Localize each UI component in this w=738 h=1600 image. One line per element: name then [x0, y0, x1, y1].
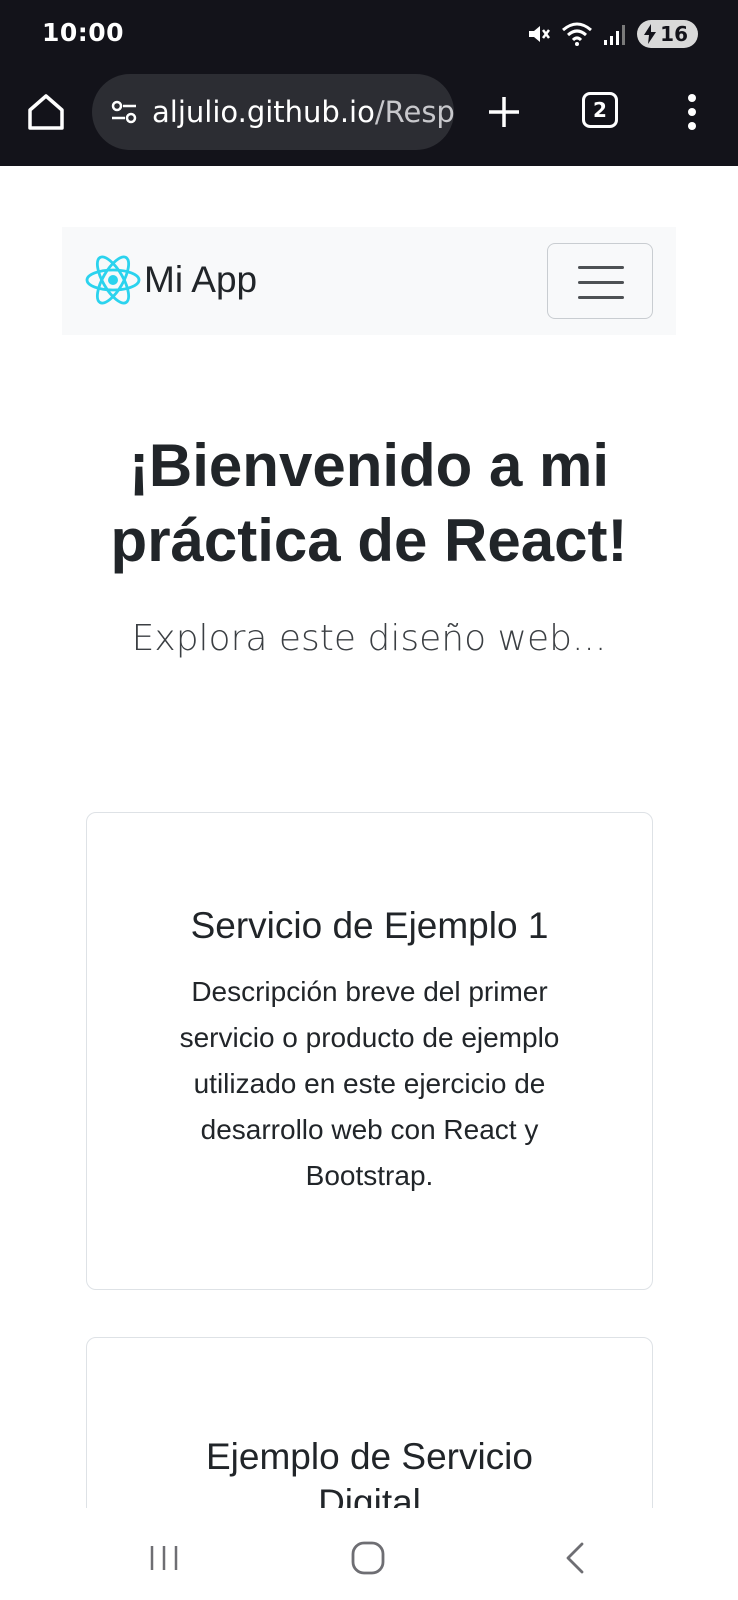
new-tab-icon[interactable] — [484, 92, 524, 132]
signal-icon — [604, 25, 626, 45]
address-bar[interactable]: aljulio.github.io/Resp — [92, 74, 454, 150]
hamburger-icon-bar — [578, 281, 624, 284]
back-icon[interactable] — [556, 1538, 596, 1578]
tab-switcher-icon[interactable]: 2 — [582, 92, 618, 128]
url-path: /Resp — [374, 95, 454, 129]
site-settings-icon[interactable] — [108, 96, 140, 128]
battery-level: 16 — [660, 22, 688, 46]
wifi-icon — [562, 22, 593, 46]
battery-indicator: 16 — [637, 20, 698, 48]
hamburger-icon — [578, 266, 624, 269]
site-navbar: Mi App — [62, 227, 676, 335]
status-icons: 16 — [525, 18, 698, 50]
url-host: aljulio.github.io — [152, 95, 375, 129]
mute-icon — [529, 26, 551, 42]
battery-charging-icon — [644, 24, 657, 44]
recents-icon[interactable] — [144, 1538, 184, 1578]
status-time: 10:00 — [42, 18, 125, 47]
browser-toolbar: aljulio.github.io/Resp 2 — [0, 68, 738, 166]
home-icon[interactable] — [24, 90, 68, 134]
hero-title: ¡Bienvenido a mi práctica de React! — [110, 432, 628, 574]
system-nav-bar — [0, 1508, 738, 1600]
service-card: Servicio de Ejemplo 1 Descripción breve … — [86, 812, 653, 1290]
card-title: Servicio de Ejemplo 1 — [190, 905, 549, 946]
react-logo-icon — [85, 255, 141, 305]
more-menu-icon[interactable] — [680, 88, 704, 136]
url-text[interactable]: aljulio.github.io/Resp — [152, 95, 454, 129]
card-text: Descripción breve del primer servicio o … — [179, 976, 560, 1191]
navbar-brand[interactable]: Mi App — [84, 253, 257, 307]
hamburger-icon-bar — [578, 296, 624, 299]
home-circle-icon[interactable] — [348, 1538, 388, 1578]
navbar-toggler-button[interactable] — [547, 243, 653, 319]
status-bar: 10:00 16 — [0, 0, 738, 68]
brand-text: Mi App — [144, 259, 258, 300]
hero-subtitle: Explora este diseño web... — [131, 618, 607, 659]
